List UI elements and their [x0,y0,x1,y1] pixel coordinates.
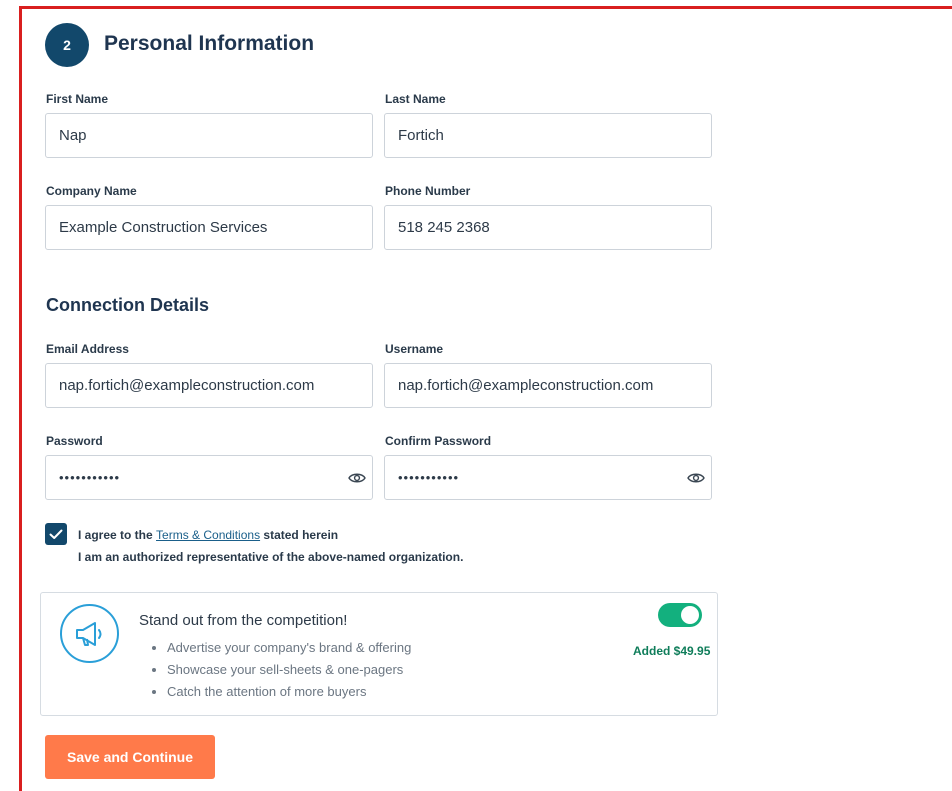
save-and-continue-button[interactable]: Save and Continue [45,735,215,779]
username-label: Username [385,342,444,356]
section-title: Personal Information [104,32,315,55]
phone-number-label: Phone Number [385,184,471,198]
username-input[interactable] [384,363,712,408]
agree-terms-checkbox[interactable] [45,523,67,545]
megaphone-icon [60,604,119,663]
toggle-knob [681,606,699,624]
confirm-password-input[interactable] [384,455,712,500]
first-name-input[interactable] [45,113,373,158]
added-price-label: Added $49.95 [633,644,711,658]
checkmark-icon [49,529,63,539]
agree-prefix: I agree to the [78,528,157,542]
authorized-representative-text: I am an authorized representative of the… [78,550,464,564]
list-item: Advertise your company's brand & offerin… [167,639,411,661]
step-badge: 2 [45,23,89,67]
list-item: Showcase your sell-sheets & one-pagers [167,661,411,683]
agree-text: I agree to the Terms & Conditions stated… [78,528,338,542]
connection-details-title: Connection Details [46,295,210,315]
email-address-label: Email Address [46,342,129,356]
password-label: Password [46,434,103,448]
terms-conditions-link[interactable]: Terms & Conditions [156,528,260,542]
show-confirm-password-eye-icon[interactable] [686,471,706,485]
first-name-label: First Name [46,92,109,106]
promo-card: Stand out from the competition! Advertis… [40,592,718,716]
phone-number-input[interactable] [384,205,712,250]
promo-toggle[interactable] [658,603,702,627]
agree-suffix: stated herein [260,528,339,542]
password-input[interactable] [45,455,373,500]
company-name-input[interactable] [45,205,373,250]
show-password-eye-icon[interactable] [347,471,367,485]
promo-title: Stand out from the competition! [139,612,348,629]
last-name-input[interactable] [384,113,712,158]
company-name-label: Company Name [46,184,137,198]
email-address-input[interactable] [45,363,373,408]
list-item: Catch the attention of more buyers [167,683,411,705]
confirm-password-label: Confirm Password [385,434,492,448]
promo-benefits-list: Advertise your company's brand & offerin… [167,639,411,705]
last-name-label: Last Name [385,92,446,106]
